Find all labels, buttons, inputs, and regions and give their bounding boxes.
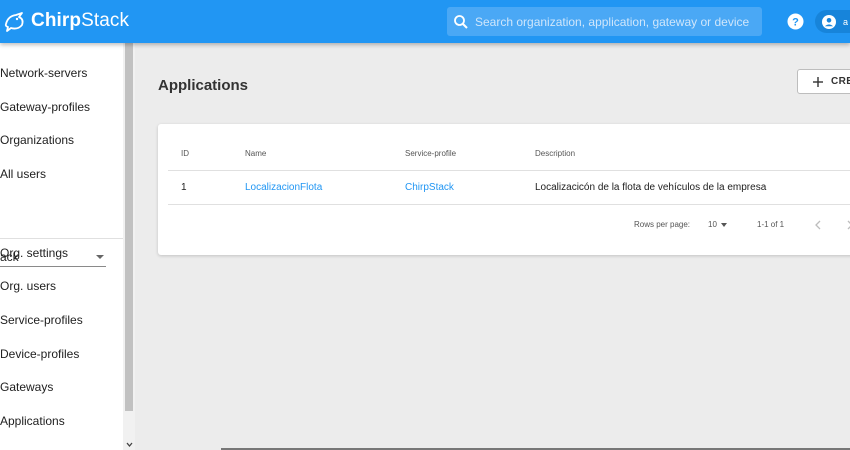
chevron-left-icon[interactable] <box>814 220 822 230</box>
sidebar-item-applications[interactable]: Applications <box>0 414 65 428</box>
sidebar-item-org-users[interactable]: Org. users <box>0 279 56 293</box>
page-title: Applications <box>158 77 249 94</box>
sidebar-divider <box>0 238 123 239</box>
help-icon[interactable]: ? <box>787 13 804 30</box>
rows-per-page-label: Rows per page: <box>634 220 691 229</box>
sidebar-item-device-profiles[interactable]: Device-profiles <box>0 347 79 361</box>
search-icon <box>454 14 468 29</box>
column-header-service-profile[interactable]: Service-profile <box>405 149 456 158</box>
app-bar: ChirpStack ? a <box>0 0 850 43</box>
chevron-right-icon[interactable] <box>846 220 850 230</box>
column-header-name[interactable]: Name <box>245 149 266 158</box>
chevron-down-icon[interactable] <box>721 223 727 227</box>
cell-service-profile-link[interactable]: ChirpStack <box>405 182 454 193</box>
user-menu-button[interactable]: a <box>815 10 850 33</box>
table-divider <box>168 170 850 171</box>
cell-name-link[interactable]: LocalizacionFlota <box>245 182 322 193</box>
create-button[interactable]: CRE <box>797 69 850 94</box>
logo-text: ChirpStack <box>31 10 130 31</box>
chevron-down-icon <box>96 255 104 259</box>
user-label: a <box>843 16 849 27</box>
cell-id: 1 <box>181 182 187 193</box>
scrollbar-thumb[interactable] <box>125 43 133 411</box>
sidebar-item-organizations[interactable]: Organizations <box>0 133 74 147</box>
sidebar-item-org-settings[interactable]: Org. settings <box>0 246 68 260</box>
sidebar-item-network-servers[interactable]: Network-servers <box>0 66 87 80</box>
sidebar-item-gateway-profiles[interactable]: Gateway-profiles <box>0 100 90 114</box>
logo[interactable]: ChirpStack <box>0 8 129 34</box>
column-header-id[interactable]: ID <box>181 149 189 158</box>
search-input[interactable] <box>475 14 755 29</box>
sidebar-scrollbar[interactable] <box>123 43 135 450</box>
applications-table-card: ID Name Service-profile Description 1 Lo… <box>158 124 850 255</box>
sidebar-item-gateways[interactable]: Gateways <box>0 380 53 394</box>
create-button-label: CRE <box>831 76 850 87</box>
scroll-down-icon[interactable] <box>126 441 133 448</box>
rows-per-page-select[interactable]: 10 <box>708 220 717 229</box>
account-icon <box>822 14 836 29</box>
sidebar: Network-servers Gateway-profiles Organiz… <box>0 43 123 450</box>
table-divider <box>168 204 850 205</box>
search-bar[interactable] <box>447 7 762 36</box>
cell-description: Localizacicón de la flota de vehículos d… <box>535 182 767 193</box>
plus-icon <box>813 76 823 87</box>
chirpstack-logo-icon <box>4 12 24 32</box>
pagination-range: 1-1 of 1 <box>757 220 785 229</box>
sidebar-item-service-profiles[interactable]: Service-profiles <box>0 313 83 327</box>
sidebar-item-all-users[interactable]: All users <box>0 167 46 181</box>
svg-text:?: ? <box>792 17 799 29</box>
column-header-description[interactable]: Description <box>535 149 575 158</box>
